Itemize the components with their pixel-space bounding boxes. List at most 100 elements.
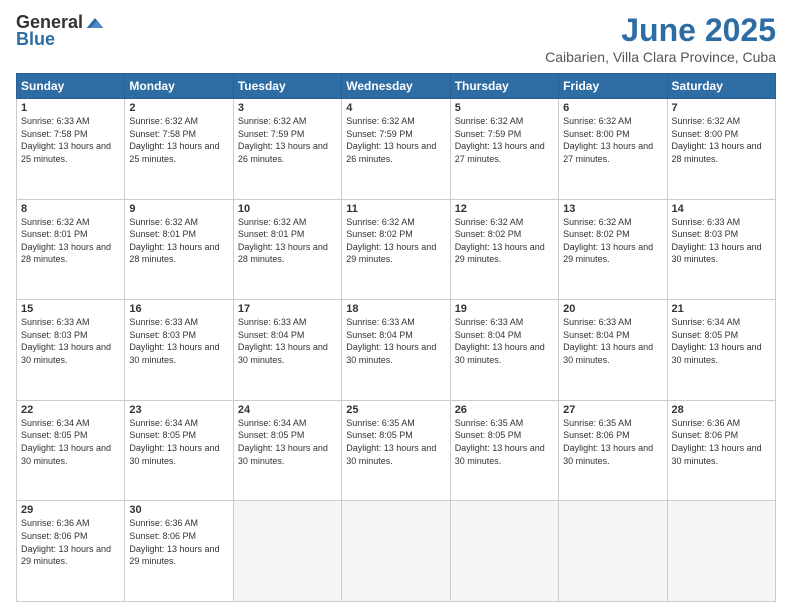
month-title: June 2025 — [545, 12, 776, 49]
day-number: 20 — [563, 303, 662, 315]
day-info: Sunrise: 6:33 AM Sunset: 8:04 PM Dayligh… — [455, 316, 554, 366]
day-info: Sunrise: 6:32 AM Sunset: 8:00 PM Dayligh… — [563, 115, 662, 165]
logo-icon — [85, 13, 105, 33]
day-info: Sunrise: 6:32 AM Sunset: 8:02 PM Dayligh… — [563, 216, 662, 266]
day-info: Sunrise: 6:34 AM Sunset: 8:05 PM Dayligh… — [129, 417, 228, 467]
day-info: Sunrise: 6:36 AM Sunset: 8:06 PM Dayligh… — [672, 417, 771, 467]
day-number: 26 — [455, 404, 554, 416]
calendar-cell: 15 Sunrise: 6:33 AM Sunset: 8:03 PM Dayl… — [17, 300, 125, 401]
day-info: Sunrise: 6:32 AM Sunset: 8:01 PM Dayligh… — [238, 216, 337, 266]
col-friday: Friday — [559, 74, 667, 99]
day-info: Sunrise: 6:33 AM Sunset: 8:03 PM Dayligh… — [672, 216, 771, 266]
day-number: 21 — [672, 303, 771, 315]
day-info: Sunrise: 6:32 AM Sunset: 7:58 PM Dayligh… — [129, 115, 228, 165]
day-number: 14 — [672, 203, 771, 215]
day-info: Sunrise: 6:33 AM Sunset: 8:04 PM Dayligh… — [563, 316, 662, 366]
calendar-cell: 20 Sunrise: 6:33 AM Sunset: 8:04 PM Dayl… — [559, 300, 667, 401]
calendar-week-row: 8 Sunrise: 6:32 AM Sunset: 8:01 PM Dayli… — [17, 199, 776, 300]
calendar-cell: 5 Sunrise: 6:32 AM Sunset: 7:59 PM Dayli… — [450, 99, 558, 200]
logo: General Blue — [16, 12, 105, 50]
calendar-cell: 22 Sunrise: 6:34 AM Sunset: 8:05 PM Dayl… — [17, 400, 125, 501]
day-info: Sunrise: 6:32 AM Sunset: 7:59 PM Dayligh… — [455, 115, 554, 165]
day-number: 6 — [563, 102, 662, 114]
day-info: Sunrise: 6:32 AM Sunset: 7:59 PM Dayligh… — [238, 115, 337, 165]
day-number: 10 — [238, 203, 337, 215]
day-number: 17 — [238, 303, 337, 315]
calendar-week-row: 15 Sunrise: 6:33 AM Sunset: 8:03 PM Dayl… — [17, 300, 776, 401]
calendar-cell: 23 Sunrise: 6:34 AM Sunset: 8:05 PM Dayl… — [125, 400, 233, 501]
day-number: 19 — [455, 303, 554, 315]
col-sunday: Sunday — [17, 74, 125, 99]
calendar-cell — [233, 501, 341, 602]
day-info: Sunrise: 6:32 AM Sunset: 8:01 PM Dayligh… — [129, 216, 228, 266]
logo-blue: Blue — [16, 29, 55, 50]
calendar-cell — [450, 501, 558, 602]
day-info: Sunrise: 6:32 AM Sunset: 8:00 PM Dayligh… — [672, 115, 771, 165]
day-number: 7 — [672, 102, 771, 114]
calendar-cell: 11 Sunrise: 6:32 AM Sunset: 8:02 PM Dayl… — [342, 199, 450, 300]
day-number: 4 — [346, 102, 445, 114]
calendar-cell: 24 Sunrise: 6:34 AM Sunset: 8:05 PM Dayl… — [233, 400, 341, 501]
day-info: Sunrise: 6:32 AM Sunset: 8:01 PM Dayligh… — [21, 216, 120, 266]
calendar-cell: 29 Sunrise: 6:36 AM Sunset: 8:06 PM Dayl… — [17, 501, 125, 602]
calendar-cell: 8 Sunrise: 6:32 AM Sunset: 8:01 PM Dayli… — [17, 199, 125, 300]
day-info: Sunrise: 6:35 AM Sunset: 8:05 PM Dayligh… — [455, 417, 554, 467]
day-info: Sunrise: 6:36 AM Sunset: 8:06 PM Dayligh… — [129, 517, 228, 567]
day-number: 23 — [129, 404, 228, 416]
col-wednesday: Wednesday — [342, 74, 450, 99]
calendar-cell: 18 Sunrise: 6:33 AM Sunset: 8:04 PM Dayl… — [342, 300, 450, 401]
calendar-cell: 10 Sunrise: 6:32 AM Sunset: 8:01 PM Dayl… — [233, 199, 341, 300]
calendar-cell — [559, 501, 667, 602]
day-number: 9 — [129, 203, 228, 215]
day-number: 27 — [563, 404, 662, 416]
calendar-cell — [342, 501, 450, 602]
col-tuesday: Tuesday — [233, 74, 341, 99]
calendar-cell: 28 Sunrise: 6:36 AM Sunset: 8:06 PM Dayl… — [667, 400, 775, 501]
day-number: 18 — [346, 303, 445, 315]
calendar-cell: 30 Sunrise: 6:36 AM Sunset: 8:06 PM Dayl… — [125, 501, 233, 602]
calendar-cell: 13 Sunrise: 6:32 AM Sunset: 8:02 PM Dayl… — [559, 199, 667, 300]
calendar-table: Sunday Monday Tuesday Wednesday Thursday… — [16, 73, 776, 602]
calendar-cell: 25 Sunrise: 6:35 AM Sunset: 8:05 PM Dayl… — [342, 400, 450, 501]
calendar-cell: 14 Sunrise: 6:33 AM Sunset: 8:03 PM Dayl… — [667, 199, 775, 300]
calendar-cell: 2 Sunrise: 6:32 AM Sunset: 7:58 PM Dayli… — [125, 99, 233, 200]
header: General Blue June 2025 Caibarien, Villa … — [16, 12, 776, 65]
day-number: 28 — [672, 404, 771, 416]
day-number: 12 — [455, 203, 554, 215]
calendar-cell: 12 Sunrise: 6:32 AM Sunset: 8:02 PM Dayl… — [450, 199, 558, 300]
calendar-cell: 6 Sunrise: 6:32 AM Sunset: 8:00 PM Dayli… — [559, 99, 667, 200]
day-number: 16 — [129, 303, 228, 315]
calendar-week-row: 22 Sunrise: 6:34 AM Sunset: 8:05 PM Dayl… — [17, 400, 776, 501]
day-info: Sunrise: 6:33 AM Sunset: 7:58 PM Dayligh… — [21, 115, 120, 165]
calendar-cell: 1 Sunrise: 6:33 AM Sunset: 7:58 PM Dayli… — [17, 99, 125, 200]
day-info: Sunrise: 6:32 AM Sunset: 7:59 PM Dayligh… — [346, 115, 445, 165]
location-subtitle: Caibarien, Villa Clara Province, Cuba — [545, 49, 776, 65]
day-info: Sunrise: 6:33 AM Sunset: 8:03 PM Dayligh… — [129, 316, 228, 366]
day-number: 30 — [129, 504, 228, 516]
calendar-cell: 26 Sunrise: 6:35 AM Sunset: 8:05 PM Dayl… — [450, 400, 558, 501]
calendar-week-row: 1 Sunrise: 6:33 AM Sunset: 7:58 PM Dayli… — [17, 99, 776, 200]
calendar-cell: 27 Sunrise: 6:35 AM Sunset: 8:06 PM Dayl… — [559, 400, 667, 501]
day-number: 24 — [238, 404, 337, 416]
day-info: Sunrise: 6:35 AM Sunset: 8:05 PM Dayligh… — [346, 417, 445, 467]
col-monday: Monday — [125, 74, 233, 99]
calendar-header-row: Sunday Monday Tuesday Wednesday Thursday… — [17, 74, 776, 99]
day-number: 13 — [563, 203, 662, 215]
title-block: June 2025 Caibarien, Villa Clara Provinc… — [545, 12, 776, 65]
day-info: Sunrise: 6:33 AM Sunset: 8:03 PM Dayligh… — [21, 316, 120, 366]
calendar-cell: 16 Sunrise: 6:33 AM Sunset: 8:03 PM Dayl… — [125, 300, 233, 401]
day-number: 29 — [21, 504, 120, 516]
day-number: 15 — [21, 303, 120, 315]
day-number: 25 — [346, 404, 445, 416]
col-saturday: Saturday — [667, 74, 775, 99]
day-info: Sunrise: 6:34 AM Sunset: 8:05 PM Dayligh… — [672, 316, 771, 366]
day-number: 8 — [21, 203, 120, 215]
calendar-cell: 9 Sunrise: 6:32 AM Sunset: 8:01 PM Dayli… — [125, 199, 233, 300]
calendar-cell: 19 Sunrise: 6:33 AM Sunset: 8:04 PM Dayl… — [450, 300, 558, 401]
day-info: Sunrise: 6:33 AM Sunset: 8:04 PM Dayligh… — [238, 316, 337, 366]
calendar-cell: 3 Sunrise: 6:32 AM Sunset: 7:59 PM Dayli… — [233, 99, 341, 200]
day-info: Sunrise: 6:35 AM Sunset: 8:06 PM Dayligh… — [563, 417, 662, 467]
calendar-week-row: 29 Sunrise: 6:36 AM Sunset: 8:06 PM Dayl… — [17, 501, 776, 602]
day-info: Sunrise: 6:32 AM Sunset: 8:02 PM Dayligh… — [346, 216, 445, 266]
day-info: Sunrise: 6:34 AM Sunset: 8:05 PM Dayligh… — [21, 417, 120, 467]
